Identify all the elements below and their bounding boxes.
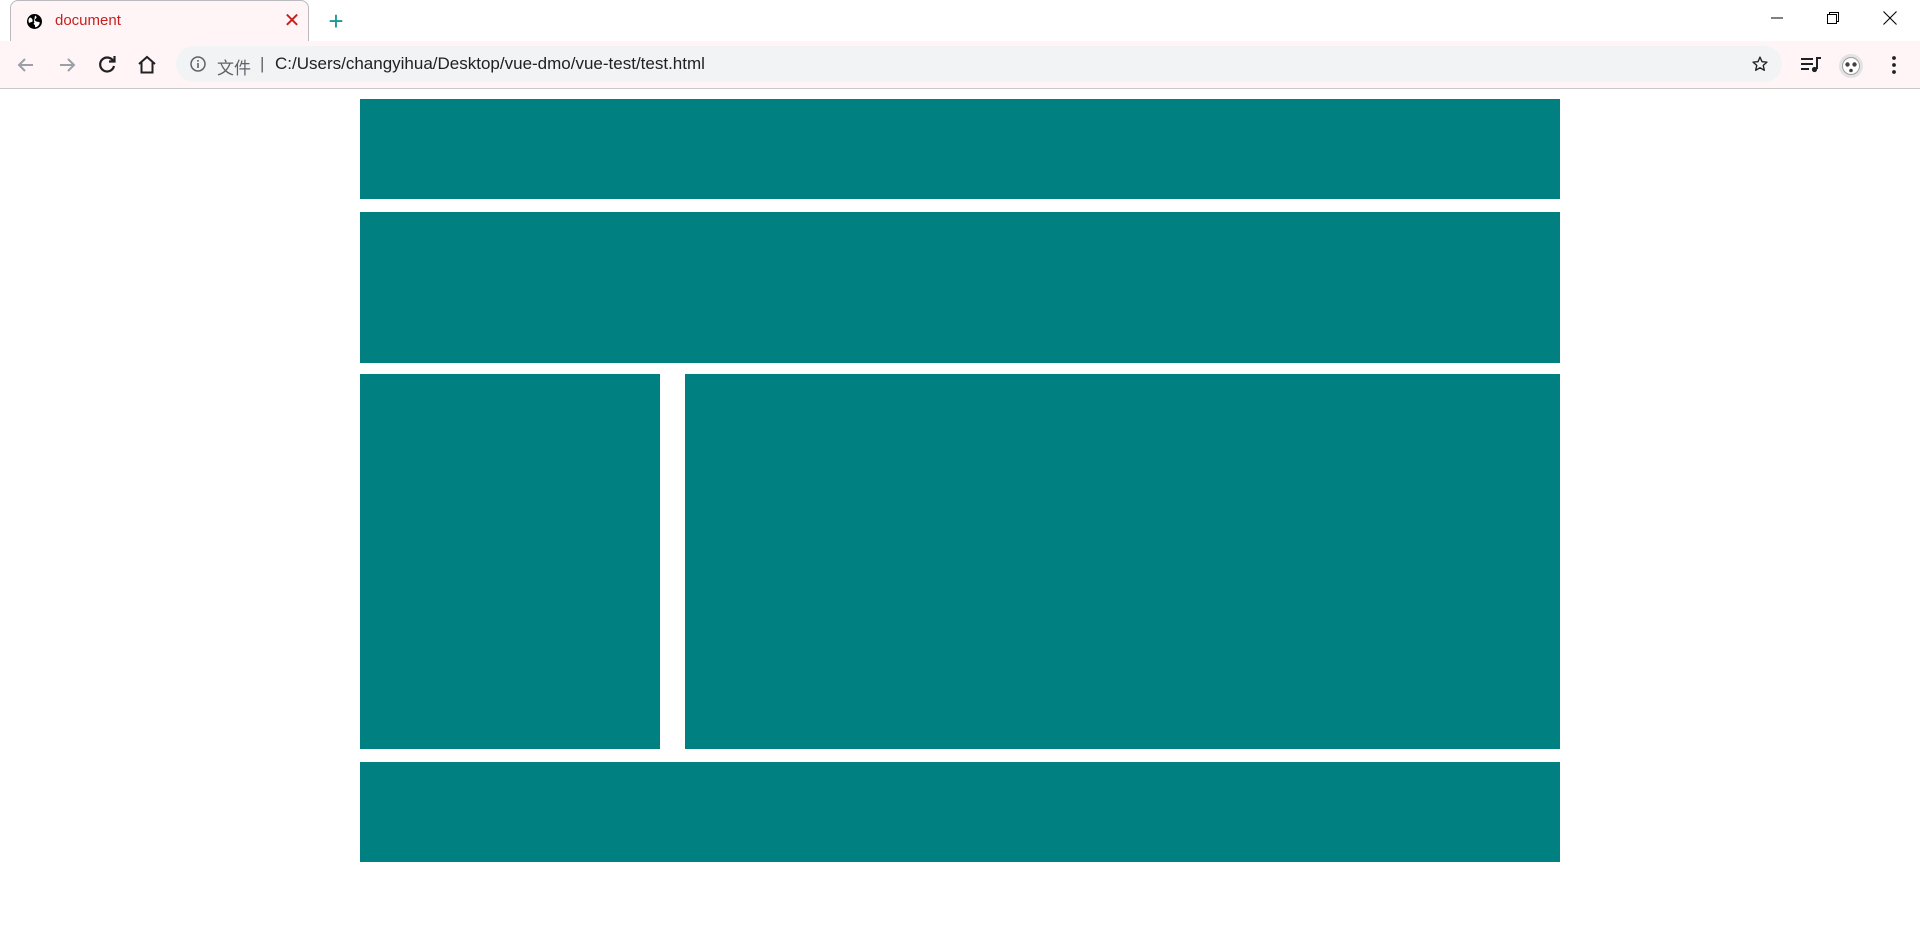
footer-block — [360, 762, 1560, 862]
restore-icon — [1827, 12, 1839, 24]
omnibox-separator: | — [260, 54, 265, 73]
scheme-chip: 文件 — [217, 59, 251, 78]
main-block — [685, 374, 1560, 749]
minimize-button[interactable] — [1749, 0, 1805, 36]
kebab-menu-icon[interactable] — [1882, 53, 1906, 77]
star-outline-icon[interactable] — [1751, 55, 1769, 73]
profile-avatar-icon[interactable] — [1839, 54, 1863, 78]
info-circle-icon[interactable] — [190, 56, 206, 72]
tab-strip: document ✕ + — [0, 0, 1920, 41]
url-text[interactable]: C:/Users/changyihua/Desktop/vue-dmo/vue-… — [275, 54, 705, 74]
header-block — [360, 99, 1560, 199]
close-window-button[interactable] — [1862, 0, 1918, 36]
new-tab-button[interactable]: + — [324, 8, 348, 34]
restore-button[interactable] — [1805, 0, 1861, 36]
tab-title: document — [55, 12, 121, 29]
minimize-icon — [1771, 17, 1783, 19]
browser-tab[interactable]: document ✕ — [10, 0, 309, 41]
aside-block — [360, 374, 660, 749]
forward-arrow-icon[interactable] — [55, 53, 79, 77]
address-bar[interactable]: 文件 | C:/Users/changyihua/Desktop/vue-dmo… — [176, 46, 1782, 82]
nav-block — [360, 212, 1560, 363]
close-icon — [1883, 11, 1897, 25]
home-icon[interactable] — [135, 53, 159, 77]
reload-icon[interactable] — [95, 53, 119, 77]
media-control-icon[interactable] — [1799, 53, 1823, 77]
tab-close-icon[interactable]: ✕ — [283, 11, 301, 31]
globe-icon — [26, 13, 43, 30]
browser-toolbar: 文件 | C:/Users/changyihua/Desktop/vue-dmo… — [0, 41, 1920, 89]
back-arrow-icon[interactable] — [14, 53, 38, 77]
